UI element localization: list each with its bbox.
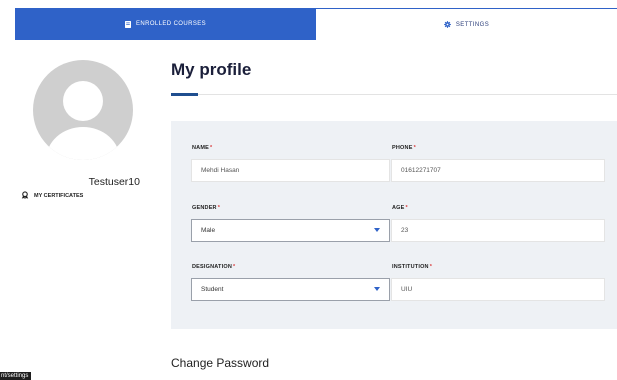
designation-label: DESIGNATION* — [192, 264, 235, 270]
designation-value: Student — [201, 286, 224, 293]
profile-form: NAME* Mehdi Hasan PHONE* 01612271707 GEN… — [171, 121, 617, 329]
gear-icon — [444, 21, 451, 28]
tab-enrolled-courses-label: ENROLLED COURSES — [135, 21, 207, 27]
change-password-title: Change Password — [171, 356, 270, 370]
status-url-tooltip: nt/settings — [0, 372, 32, 380]
chevron-down-icon — [374, 287, 380, 291]
name-field[interactable]: Mehdi Hasan — [191, 159, 390, 182]
name-label-text: NAME — [192, 145, 209, 151]
age-value: 23 — [401, 227, 409, 234]
required-mark: * — [405, 205, 408, 211]
page-title: My profile — [171, 60, 252, 79]
gender-select[interactable]: Male — [191, 219, 390, 242]
designation-label-text: DESIGNATION — [192, 264, 232, 270]
institution-label: INSTITUTION* — [392, 264, 432, 270]
age-field[interactable]: 23 — [391, 219, 605, 242]
certificate-icon — [21, 191, 29, 201]
my-certificates-link[interactable]: MY CERTIFICATES — [21, 191, 83, 201]
required-mark: * — [413, 145, 416, 151]
username: Testuser10 — [88, 176, 140, 188]
my-certificates-label: MY CERTIFICATES — [34, 193, 84, 199]
required-mark: * — [233, 264, 236, 270]
institution-value: UIU — [401, 286, 413, 293]
name-label: NAME* — [192, 145, 212, 151]
book-icon — [124, 20, 131, 28]
age-label-text: AGE — [392, 205, 405, 211]
profile-tabs: ENROLLED COURSES SETTINGS — [15, 8, 617, 40]
institution-label-text: INSTITUTION — [392, 264, 429, 270]
tab-enrolled-courses[interactable]: ENROLLED COURSES — [15, 8, 316, 40]
required-mark: * — [210, 145, 213, 151]
institution-field[interactable]: UIU — [391, 278, 605, 301]
designation-select[interactable]: Student — [191, 278, 390, 301]
gender-label-text: GENDER — [192, 205, 217, 211]
gender-label: GENDER* — [192, 205, 220, 211]
phone-value: 01612271707 — [401, 167, 441, 174]
avatar — [33, 60, 133, 160]
required-mark: * — [217, 205, 221, 211]
gender-value: Male — [201, 227, 216, 234]
tab-settings[interactable]: SETTINGS — [316, 8, 617, 40]
title-accent-bar — [171, 93, 198, 96]
phone-field[interactable]: 01612271707 — [391, 159, 605, 182]
tab-settings-label: SETTINGS — [455, 21, 490, 28]
user-silhouette-icon — [46, 81, 120, 160]
chevron-down-icon — [374, 228, 380, 232]
title-divider — [171, 94, 617, 95]
age-label: AGE* — [392, 205, 408, 211]
phone-label: PHONE* — [392, 145, 416, 151]
phone-label-text: PHONE — [392, 145, 413, 151]
name-value: Mehdi Hasan — [201, 167, 240, 174]
required-mark: * — [429, 264, 433, 270]
